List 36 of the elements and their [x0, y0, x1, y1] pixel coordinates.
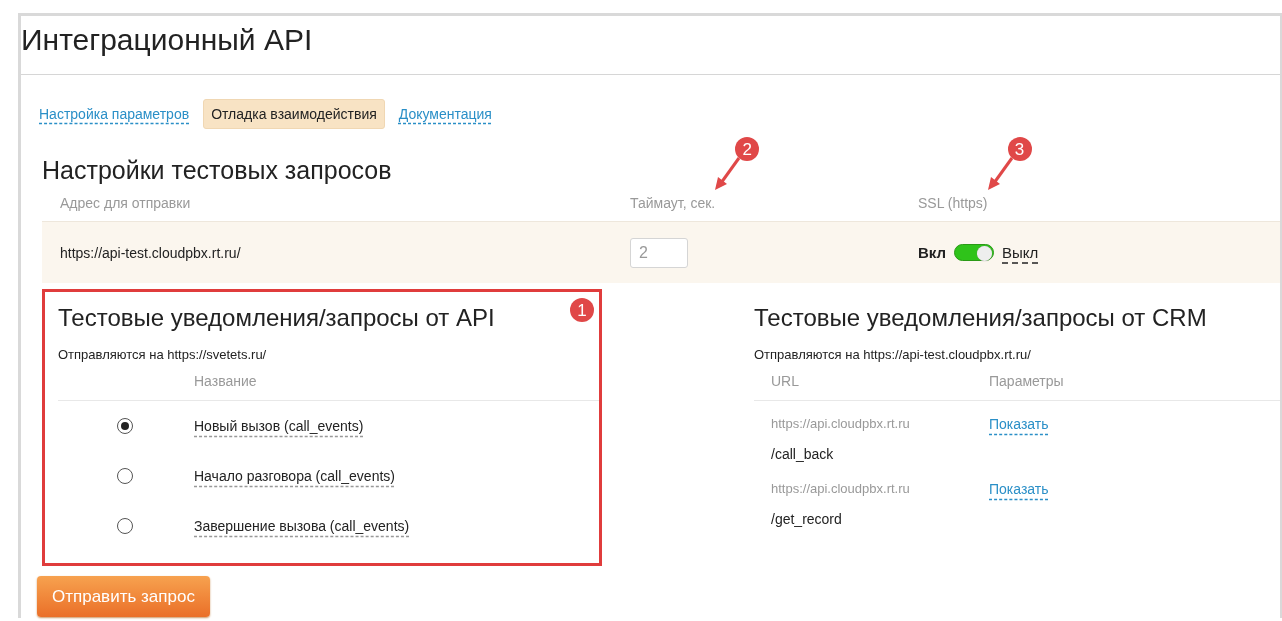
tab[interactable]: Настройка параметров — [39, 100, 190, 128]
event-label[interactable]: Новый вызов (call_events) — [194, 418, 364, 434]
show-link[interactable]: Показать — [989, 416, 1049, 436]
panel-subtitle: Отправляются на https://api-test.cloudpbx.rt.ru/ — [754, 347, 1032, 362]
tab[interactable]: Отладка взаимодействия — [203, 99, 385, 129]
annotation-badge: 1 — [570, 298, 594, 322]
address-value: https://api-test.cloudpbx.rt.ru/ — [60, 244, 241, 261]
radio-button[interactable] — [117, 468, 133, 484]
timeout-field[interactable]: 2 — [630, 237, 688, 268]
column-header: Параметры — [989, 373, 1064, 389]
tab[interactable]: Документация — [398, 100, 492, 128]
show-link[interactable]: Показать — [989, 481, 1049, 501]
radio-button[interactable] — [117, 418, 133, 434]
section-title: Настройки тестовых запросов — [42, 155, 392, 185]
column-header: Название — [194, 373, 257, 389]
annotation-arrow — [713, 157, 742, 191]
column-header: URL — [771, 373, 799, 389]
url-host: https://api.cloudpbx.rt.ru — [771, 416, 911, 433]
annotation-badge: 3 — [1007, 137, 1032, 161]
panel-subtitle: Отправляются на https://svetets.ru/ — [58, 347, 268, 362]
url-path: /call_back — [771, 446, 835, 464]
event-label[interactable]: Завершение вызова (call_events) — [194, 518, 410, 534]
radio-button[interactable] — [117, 518, 133, 534]
send-button[interactable]: Отправить запрос — [37, 576, 210, 617]
event-label[interactable]: Начало разговора (call_events) — [194, 468, 395, 484]
page-title: Интеграционный API — [21, 22, 313, 58]
off-link[interactable]: Выкл — [1002, 244, 1039, 261]
panel-title: Тестовые уведомления/запросы от API — [58, 303, 495, 333]
on-label: Вкл — [918, 244, 947, 261]
annotation-arrow — [985, 157, 1014, 191]
url-path: /get_record — [771, 511, 843, 529]
panel-title: Тестовые уведомления/запросы от CRM — [754, 303, 1207, 333]
url-host: https://api.cloudpbx.rt.ru — [771, 481, 911, 498]
column-header: Адрес для отправки — [60, 195, 191, 211]
annotation-badge: 2 — [735, 137, 760, 161]
ssl-toggle[interactable] — [954, 244, 995, 261]
